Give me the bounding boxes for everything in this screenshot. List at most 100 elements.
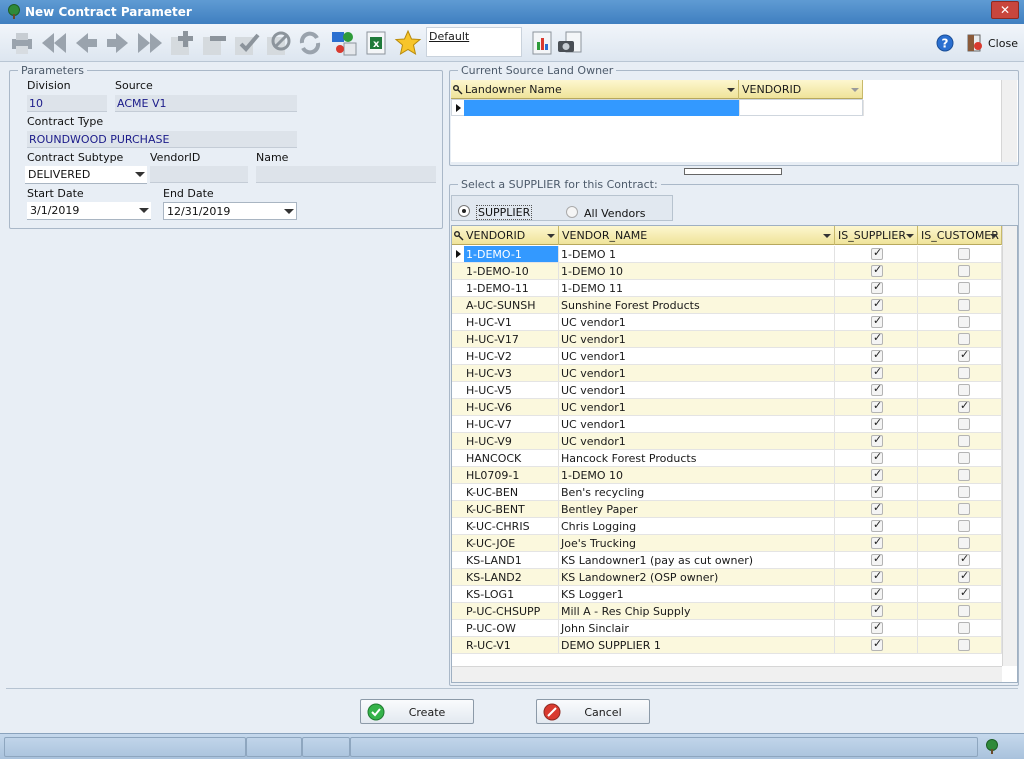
is-supplier-column-header[interactable]: IS_SUPPLIER	[835, 226, 918, 245]
is-supplier-checkbox[interactable]	[871, 501, 883, 515]
supplier-radio-label[interactable]: SUPPLIER	[476, 205, 533, 220]
is-supplier-checkbox[interactable]	[871, 467, 883, 481]
table-row[interactable]: HL0709-1 1-DEMO 10	[452, 467, 1002, 484]
vendorid-cell[interactable]: 1-DEMO-10	[464, 263, 559, 279]
is-supplier-checkbox[interactable]	[871, 399, 883, 413]
is-customer-checkbox[interactable]	[958, 486, 970, 498]
table-row[interactable]: H-UC-V9 UC vendor1	[452, 433, 1002, 450]
vendor-name-cell[interactable]: UC vendor1	[559, 331, 835, 347]
table-row[interactable]: H-UC-V3 UC vendor1	[452, 365, 1002, 382]
table-row[interactable]: 1-DEMO-11 1-DEMO 11	[452, 280, 1002, 297]
vendor-name-cell[interactable]: 1-DEMO 11	[559, 280, 835, 296]
table-row[interactable]: H-UC-V1 UC vendor1	[452, 314, 1002, 331]
vendorid-cell[interactable]: KS-LAND2	[464, 569, 559, 585]
is-customer-checkbox[interactable]	[958, 282, 970, 294]
table-row[interactable]: P-UC-CHSUPP Mill A - Res Chip Supply	[452, 603, 1002, 620]
vendor-name-cell[interactable]: UC vendor1	[559, 348, 835, 364]
is-customer-checkbox[interactable]	[958, 333, 970, 345]
is-supplier-checkbox[interactable]	[871, 348, 883, 362]
is-customer-checkbox[interactable]	[958, 622, 970, 634]
landowner-new-row[interactable]	[451, 99, 864, 116]
landowner-name-cell[interactable]	[464, 100, 740, 116]
vendor-name-cell[interactable]: 1-DEMO 10	[559, 263, 835, 279]
is-supplier-checkbox[interactable]	[871, 518, 883, 532]
is-supplier-checkbox[interactable]	[871, 620, 883, 634]
is-customer-checkbox[interactable]	[958, 537, 970, 549]
vendorid-cell[interactable]: R-UC-V1	[464, 637, 559, 653]
vendorid-cell[interactable]: H-UC-V5	[464, 382, 559, 398]
all-vendors-radio-label[interactable]: All Vendors	[584, 207, 646, 220]
vendorid-cell[interactable]: KS-LAND1	[464, 552, 559, 568]
vendorid-column-header[interactable]: VENDORID	[452, 226, 559, 245]
cancel-edit-icon[interactable]	[264, 29, 292, 57]
table-row[interactable]: 1-DEMO-10 1-DEMO 10	[452, 263, 1002, 280]
chevron-down-icon[interactable]	[131, 166, 147, 182]
vendorid-cell[interactable]: KS-LOG1	[464, 586, 559, 602]
window-close-button[interactable]: ✕	[991, 1, 1019, 19]
end-date-picker[interactable]: 12/31/2019	[163, 202, 297, 220]
is-customer-checkbox[interactable]	[958, 299, 970, 311]
is-supplier-checkbox[interactable]	[871, 535, 883, 549]
is-customer-checkbox[interactable]	[958, 418, 970, 430]
table-row[interactable]: H-UC-V6 UC vendor1	[452, 399, 1002, 416]
table-row[interactable]: HANCOCK Hancock Forest Products	[452, 450, 1002, 467]
vendorid-cell[interactable]: 1-DEMO-1	[464, 246, 559, 262]
vendor-name-cell[interactable]: Joe's Trucking	[559, 535, 835, 551]
table-row[interactable]: H-UC-V7 UC vendor1	[452, 416, 1002, 433]
is-supplier-checkbox[interactable]	[871, 314, 883, 328]
vendor-name-cell[interactable]: Bentley Paper	[559, 501, 835, 517]
supplier-radio[interactable]	[458, 205, 470, 217]
first-record-icon[interactable]	[40, 29, 68, 57]
is-supplier-checkbox[interactable]	[871, 433, 883, 447]
is-customer-checkbox[interactable]	[958, 605, 970, 617]
vendor-name-cell[interactable]: Mill A - Res Chip Supply	[559, 603, 835, 619]
is-customer-checkbox[interactable]	[958, 552, 970, 566]
vendor-name-cell[interactable]: KS Logger1	[559, 586, 835, 602]
create-button[interactable]: Create	[360, 699, 474, 724]
landowner-vendorid-cell[interactable]	[740, 100, 864, 116]
favorite-star-icon[interactable]	[394, 29, 422, 57]
is-customer-checkbox[interactable]	[958, 265, 970, 277]
vendorid-cell[interactable]: H-UC-V17	[464, 331, 559, 347]
is-supplier-checkbox[interactable]	[871, 637, 883, 651]
is-supplier-checkbox[interactable]	[871, 450, 883, 464]
vendor-name-cell[interactable]: Chris Logging	[559, 518, 835, 534]
is-supplier-checkbox[interactable]	[871, 484, 883, 498]
table-row[interactable]: R-UC-V1 DEMO SUPPLIER 1	[452, 637, 1002, 654]
landowner-vertical-scrollbar[interactable]	[1001, 80, 1017, 162]
layout-default-combo[interactable]: Default	[426, 27, 522, 57]
supplier-horizontal-scrollbar[interactable]	[452, 666, 1002, 682]
contract-subtype-dropdown[interactable]: DELIVERED	[25, 166, 147, 184]
is-supplier-checkbox[interactable]	[871, 297, 883, 311]
table-row[interactable]: KS-LOG1 KS Logger1	[452, 586, 1002, 603]
vendor-name-cell[interactable]: 1-DEMO 1	[559, 246, 835, 262]
vendor-name-cell[interactable]: UC vendor1	[559, 416, 835, 432]
vendor-name-cell[interactable]: UC vendor1	[559, 382, 835, 398]
table-row[interactable]: 1-DEMO-1 1-DEMO 1	[452, 246, 1002, 263]
vendorid-cell[interactable]: A-UC-SUNSH	[464, 297, 559, 313]
is-customer-checkbox[interactable]	[958, 469, 970, 481]
next-record-icon[interactable]	[104, 29, 132, 57]
is-customer-checkbox[interactable]	[958, 452, 970, 464]
vendorid-cell[interactable]: K-UC-JOE	[464, 535, 559, 551]
vendorid-cell[interactable]: H-UC-V9	[464, 433, 559, 449]
is-supplier-checkbox[interactable]	[871, 331, 883, 345]
table-row[interactable]: K-UC-BEN Ben's recycling	[452, 484, 1002, 501]
is-customer-checkbox[interactable]	[958, 384, 970, 396]
table-row[interactable]: H-UC-V5 UC vendor1	[452, 382, 1002, 399]
print-icon[interactable]	[8, 29, 36, 57]
vendorid-cell[interactable]: H-UC-V2	[464, 348, 559, 364]
vendor-name-cell[interactable]: UC vendor1	[559, 314, 835, 330]
last-record-icon[interactable]	[136, 29, 164, 57]
is-supplier-checkbox[interactable]	[871, 280, 883, 294]
vendorid-cell[interactable]: H-UC-V3	[464, 365, 559, 381]
table-row[interactable]: KS-LAND2 KS Landowner2 (OSP owner)	[452, 569, 1002, 586]
is-customer-checkbox[interactable]	[958, 435, 970, 447]
vendor-name-cell[interactable]: UC vendor1	[559, 433, 835, 449]
landowner-name-header[interactable]: Landowner Name	[451, 80, 739, 99]
export-icon[interactable]	[330, 29, 358, 57]
chevron-down-icon[interactable]	[280, 203, 296, 219]
help-icon[interactable]: ?	[936, 34, 954, 52]
vendorid-cell[interactable]: H-UC-V6	[464, 399, 559, 415]
vendor-name-cell[interactable]: Ben's recycling	[559, 484, 835, 500]
